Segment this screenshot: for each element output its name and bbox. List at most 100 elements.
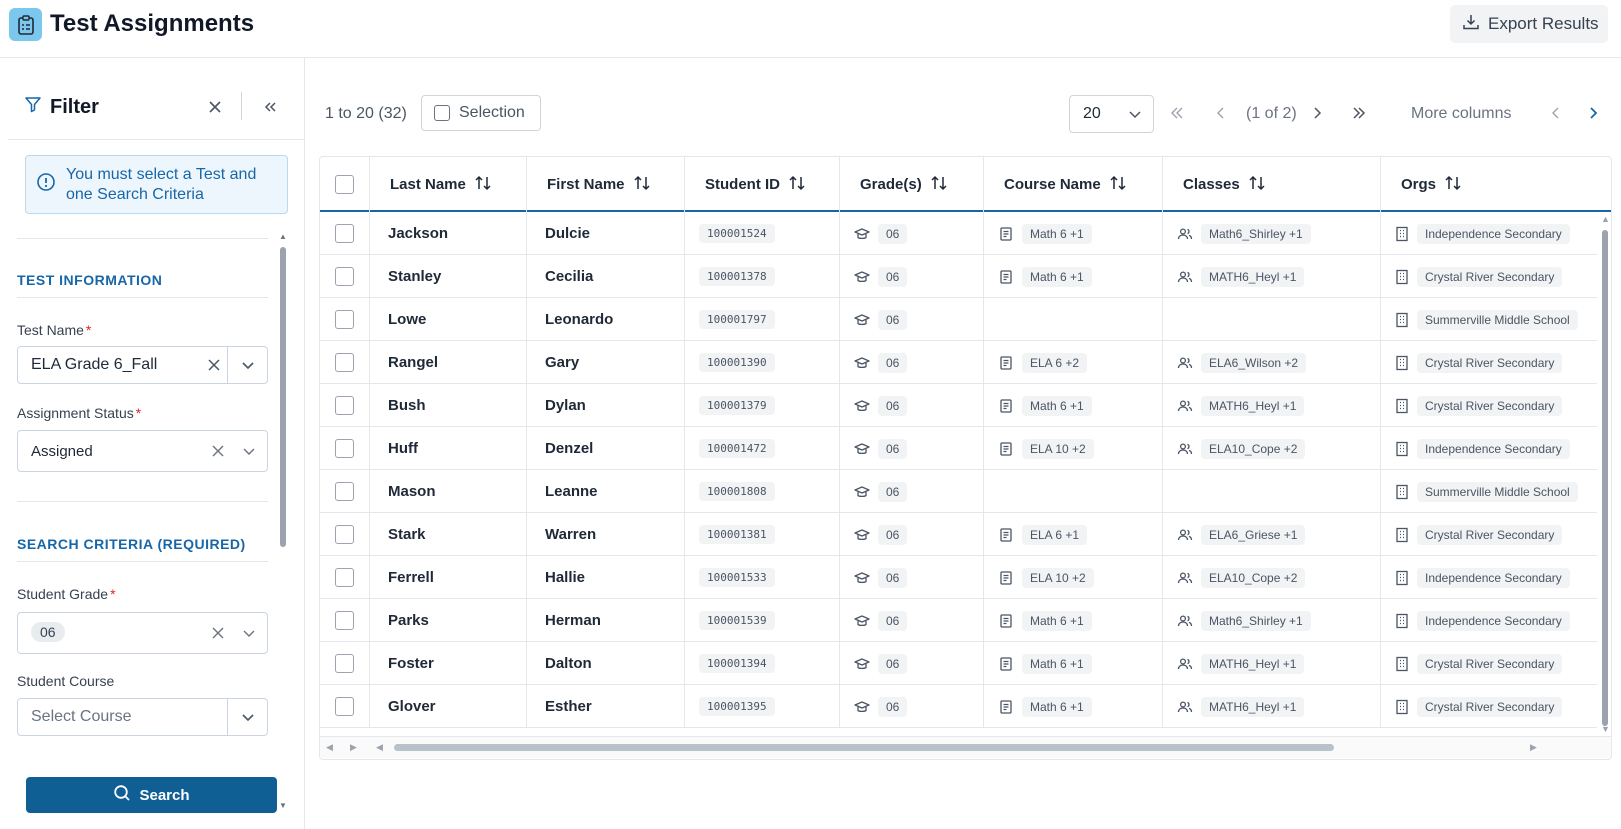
row-checkbox[interactable] xyxy=(335,482,354,501)
row-checkbox[interactable] xyxy=(335,396,354,415)
scroll-up-arrow-icon[interactable]: ▲ xyxy=(279,233,287,241)
export-results-button[interactable]: Export Results xyxy=(1450,5,1608,43)
course-pill[interactable]: Math 6 +1 xyxy=(1022,696,1092,717)
sort-icon[interactable] xyxy=(633,174,651,196)
course-pill[interactable]: ELA 6 +1 xyxy=(1022,524,1088,545)
column-header-grades[interactable]: Grade(s) xyxy=(840,157,984,212)
course-pill[interactable]: ELA 10 +2 xyxy=(1022,438,1094,459)
sort-icon[interactable] xyxy=(930,174,948,196)
chevron-down-icon[interactable] xyxy=(227,699,267,735)
org-pill[interactable]: Crystal River Secondary xyxy=(1417,524,1563,545)
chevron-down-icon[interactable] xyxy=(227,347,267,383)
table-row[interactable]: Huff Denzel 100001472 06 ELA 10 +2 ELA10_Cope… xyxy=(320,427,1597,470)
course-pill[interactable]: ELA 6 +2 xyxy=(1022,352,1088,373)
scrollbar-thumb[interactable] xyxy=(394,744,1334,751)
columns-left-button[interactable] xyxy=(1548,105,1564,121)
classes-pill[interactable]: MATH6_Heyl +1 xyxy=(1201,395,1305,416)
row-checkbox[interactable] xyxy=(335,267,354,286)
table-row[interactable]: Glover Esther 100001395 06 Math 6 +1 MATH6_He… xyxy=(320,685,1597,728)
columns-right-button[interactable] xyxy=(1585,105,1601,121)
grid-horizontal-scrollbar[interactable]: ◀ ▶ ◀ ▶ xyxy=(320,736,1611,758)
scroll-right-arrow-icon[interactable]: ▶ xyxy=(350,742,357,753)
org-pill[interactable]: Summerville Middle School xyxy=(1417,481,1578,502)
org-pill[interactable]: Independence Secondary xyxy=(1417,567,1570,588)
table-row[interactable]: Parks Herman 100001539 06 Math 6 +1 Math6_Shi… xyxy=(320,599,1597,642)
org-pill[interactable]: Crystal River Secondary xyxy=(1417,395,1563,416)
table-row[interactable]: Mason Leanne 100001808 06 Summerville Middle… xyxy=(320,470,1597,513)
org-pill[interactable]: Crystal River Secondary xyxy=(1417,653,1563,674)
scroll-down-arrow-icon[interactable]: ▼ xyxy=(279,802,287,810)
course-pill[interactable]: Math 6 +1 xyxy=(1022,610,1092,631)
table-row[interactable]: Bush Dylan 100001379 06 Math 6 +1 MATH6_Heyl … xyxy=(320,384,1597,427)
classes-pill[interactable]: ELA10_Cope +2 xyxy=(1201,567,1306,588)
classes-pill[interactable]: MATH6_Heyl +1 xyxy=(1201,696,1305,717)
scroll-up-arrow-icon[interactable]: ▲ xyxy=(1601,214,1610,224)
table-row[interactable]: Jackson Dulcie 100001524 06 Math 6 +1 Math6_S… xyxy=(320,212,1597,255)
table-row[interactable]: Stark Warren 100001381 06 ELA 6 +1 ELA6_Gries… xyxy=(320,513,1597,556)
org-pill[interactable]: Summerville Middle School xyxy=(1417,309,1578,330)
classes-pill[interactable]: Math6_Shirley +1 xyxy=(1201,610,1311,631)
search-button[interactable]: Search xyxy=(26,777,277,813)
sort-icon[interactable] xyxy=(1248,174,1266,196)
row-checkbox[interactable] xyxy=(335,654,354,673)
scroll-left-arrow-icon[interactable]: ◀ xyxy=(376,742,383,753)
test-name-select[interactable]: ELA Grade 6_Fall xyxy=(17,346,268,384)
previous-page-button[interactable] xyxy=(1213,105,1229,121)
course-pill[interactable]: Math 6 +1 xyxy=(1022,223,1092,244)
next-page-button[interactable] xyxy=(1309,105,1325,121)
selection-checkbox[interactable] xyxy=(434,105,450,121)
course-pill[interactable]: Math 6 +1 xyxy=(1022,266,1092,287)
table-row[interactable]: Rangel Gary 100001390 06 ELA 6 +2 ELA6_Wilson… xyxy=(320,341,1597,384)
sort-icon[interactable] xyxy=(474,174,492,196)
column-header-orgs[interactable]: Orgs xyxy=(1381,157,1611,212)
row-checkbox[interactable] xyxy=(335,439,354,458)
column-header-first-name[interactable]: First Name xyxy=(527,157,685,212)
clear-assignment-status-icon[interactable] xyxy=(205,444,231,458)
course-pill[interactable]: Math 6 +1 xyxy=(1022,653,1092,674)
org-pill[interactable]: Independence Secondary xyxy=(1417,438,1570,459)
assignment-status-select[interactable]: Assigned xyxy=(17,430,268,472)
classes-pill[interactable]: MATH6_Heyl +1 xyxy=(1201,653,1305,674)
org-pill[interactable]: Crystal River Secondary xyxy=(1417,266,1563,287)
column-header-student-id[interactable]: Student ID xyxy=(685,157,840,212)
scroll-right-arrow-icon[interactable]: ▶ xyxy=(1530,742,1537,753)
row-checkbox[interactable] xyxy=(335,697,354,716)
row-checkbox[interactable] xyxy=(335,525,354,544)
row-checkbox[interactable] xyxy=(335,224,354,243)
org-pill[interactable]: Independence Secondary xyxy=(1417,610,1570,631)
select-all-checkbox[interactable] xyxy=(335,175,354,194)
clear-student-grade-icon[interactable] xyxy=(205,626,231,640)
classes-pill[interactable]: ELA6_Griese +1 xyxy=(1201,524,1306,545)
column-header-last-name[interactable]: Last Name xyxy=(370,157,527,212)
last-page-button[interactable] xyxy=(1351,105,1367,121)
sort-icon[interactable] xyxy=(788,174,806,196)
student-grade-select[interactable]: 06 xyxy=(17,612,268,654)
row-checkbox[interactable] xyxy=(335,310,354,329)
course-pill[interactable]: ELA 10 +2 xyxy=(1022,567,1094,588)
scroll-down-arrow-icon[interactable]: ▼ xyxy=(1601,724,1610,734)
first-page-button[interactable] xyxy=(1169,105,1185,121)
classes-pill[interactable]: ELA10_Cope +2 xyxy=(1201,438,1306,459)
scrollbar-thumb[interactable] xyxy=(280,247,286,547)
grid-vertical-scrollbar[interactable]: ▲ ▼ xyxy=(1599,212,1611,736)
collapse-sidebar-button[interactable] xyxy=(258,95,282,119)
row-checkbox[interactable] xyxy=(335,353,354,372)
sort-icon[interactable] xyxy=(1444,174,1462,196)
row-checkbox[interactable] xyxy=(335,611,354,630)
chevron-down-icon[interactable] xyxy=(231,613,267,653)
table-row[interactable]: Foster Dalton 100001394 06 Math 6 +1 MATH6_He… xyxy=(320,642,1597,685)
close-filter-button[interactable] xyxy=(203,95,227,119)
org-pill[interactable]: Independence Secondary xyxy=(1417,223,1570,244)
course-pill[interactable]: Math 6 +1 xyxy=(1022,395,1092,416)
classes-pill[interactable]: MATH6_Heyl +1 xyxy=(1201,266,1305,287)
selection-toggle[interactable]: Selection xyxy=(421,95,541,131)
page-size-select[interactable]: 20 xyxy=(1069,95,1154,133)
row-checkbox[interactable] xyxy=(335,568,354,587)
org-pill[interactable]: Crystal River Secondary xyxy=(1417,696,1563,717)
scroll-left-arrow-icon[interactable]: ◀ xyxy=(326,742,333,753)
scrollbar-thumb[interactable] xyxy=(1602,230,1608,726)
classes-pill[interactable]: Math6_Shirley +1 xyxy=(1201,223,1311,244)
classes-pill[interactable]: ELA6_Wilson +2 xyxy=(1201,352,1307,373)
column-header-classes[interactable]: Classes xyxy=(1163,157,1381,212)
table-row[interactable]: Stanley Cecilia 100001378 06 Math 6 +1 MATH6_… xyxy=(320,255,1597,298)
